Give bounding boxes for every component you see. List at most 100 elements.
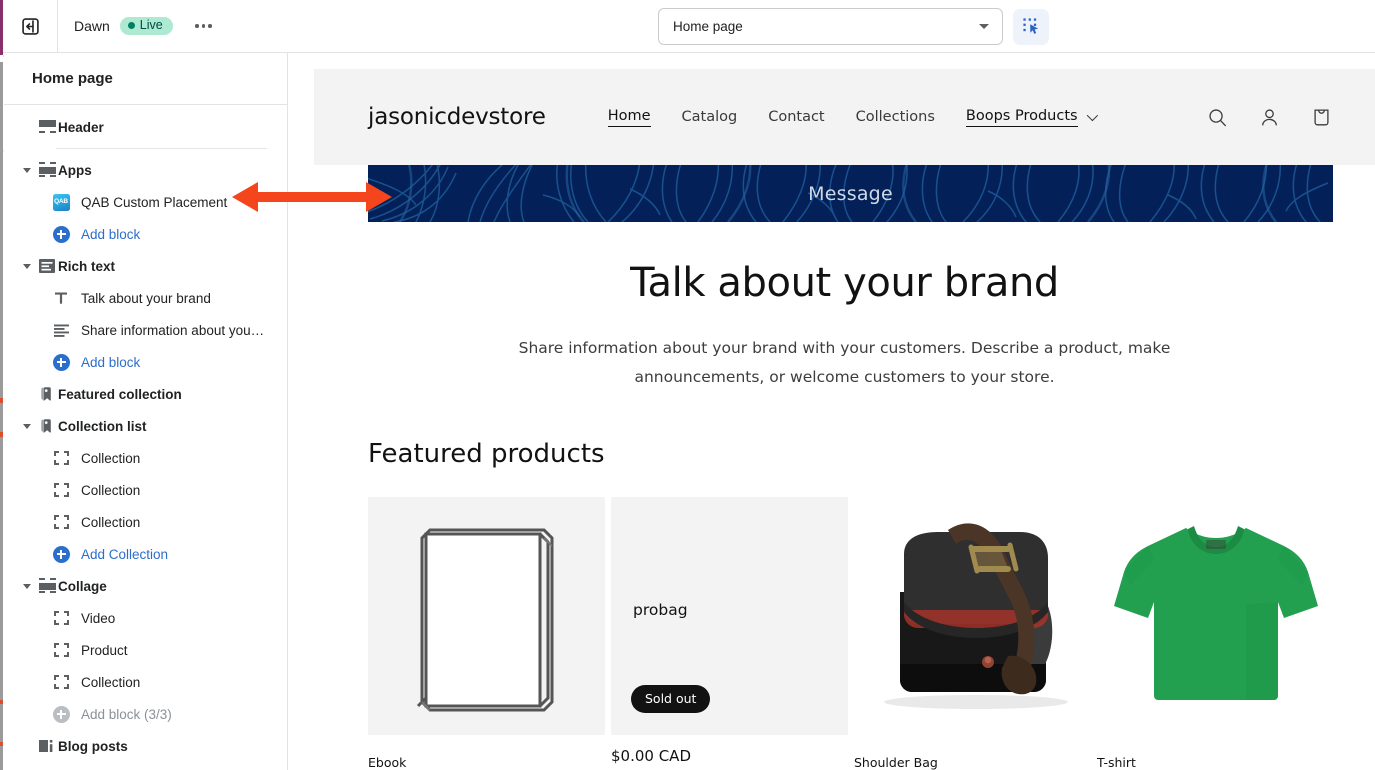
- sidebar-item-label: Collection: [81, 674, 141, 690]
- sidebar-add-block-collage: Add block (3/3): [4, 698, 287, 730]
- sidebar-block-paragraph[interactable]: Share information about you…: [4, 314, 287, 346]
- topbar-left-group: Dawn Live: [58, 12, 219, 40]
- app-banner-message[interactable]: Message: [368, 165, 1333, 222]
- nav-item-catalog[interactable]: Catalog: [682, 109, 738, 125]
- dot-icon: [201, 24, 206, 28]
- disclosure-toggle[interactable]: [18, 423, 36, 429]
- heading-text-icon: [50, 291, 72, 305]
- status-badge-label: Live: [139, 18, 163, 33]
- cart-icon[interactable]: [1311, 106, 1332, 128]
- exit-editor-button[interactable]: [3, 0, 58, 52]
- plus-circle-icon: [50, 353, 72, 371]
- sidebar-block-heading[interactable]: Talk about your brand: [4, 282, 287, 314]
- search-icon[interactable]: [1207, 107, 1228, 128]
- price-tag-icon: [36, 418, 58, 434]
- rich-text-body: Share information about your brand with …: [518, 339, 1171, 386]
- sidebar-block-video[interactable]: Video: [4, 602, 287, 634]
- topbar-center-group: Home page: [658, 8, 1049, 45]
- nav-item-boops-products[interactable]: Boops Products: [965, 108, 1098, 127]
- sidebar-item-label: Collection: [81, 482, 141, 498]
- featured-products-title: Featured products: [368, 439, 605, 470]
- theme-preview-pane: jasonicdevstore Home Catalog Contact Col…: [289, 53, 1375, 770]
- plus-circle-icon: [50, 705, 72, 723]
- sidebar-item-rich-text[interactable]: Rich text: [4, 250, 287, 282]
- sidebar-item-header[interactable]: Header: [4, 111, 287, 143]
- screen-root: Dawn Live Home page Home page Header App…: [0, 0, 1375, 770]
- block-bracket-icon: [50, 483, 72, 497]
- sidebar-item-collection-list[interactable]: Collection list: [4, 410, 287, 442]
- product-card-shoulder-bag[interactable]: Shoulder Bag $29.99 CAD: [854, 497, 1097, 770]
- sidebar-block-collection[interactable]: Collection: [4, 666, 287, 698]
- disclosure-toggle[interactable]: [18, 167, 36, 173]
- featured-products-grid: Ebook $5.00 CAD probag Sold out $0.00 CA…: [368, 497, 1375, 770]
- sidebar-block-product[interactable]: Product: [4, 634, 287, 666]
- page-selector-value: Home page: [673, 19, 743, 34]
- sidebar-block-collection[interactable]: Collection: [4, 474, 287, 506]
- section-header-icon: [36, 120, 58, 134]
- nav-item-collections[interactable]: Collections: [856, 109, 935, 125]
- product-media-label: probag: [633, 601, 688, 620]
- disclosure-toggle[interactable]: [18, 263, 36, 269]
- disclosure-toggle[interactable]: [18, 583, 36, 589]
- sidebar-item-label: Collection: [81, 450, 141, 466]
- more-options-button[interactable]: [189, 12, 219, 40]
- sidebar-add-block-apps[interactable]: Add block: [4, 218, 287, 250]
- product-card-probag[interactable]: probag Sold out $0.00 CAD: [611, 497, 854, 770]
- product-card-tshirt[interactable]: T-shirt $25.00 CAD: [1097, 497, 1340, 770]
- section-tree: Header Apps QAB QAB Custom Placement Add…: [4, 105, 287, 762]
- ebook-placeholder-icon: [416, 528, 553, 712]
- chevron-down-icon: [23, 167, 31, 173]
- exit-arrow-icon: [21, 17, 39, 35]
- product-media: [854, 497, 1091, 735]
- storefront-preview: jasonicdevstore Home Catalog Contact Col…: [314, 69, 1375, 770]
- sidebar-add-block-richtext[interactable]: Add block: [4, 346, 287, 378]
- sidebar-item-label: Collection list: [58, 418, 147, 434]
- sidebar-item-apps[interactable]: Apps: [4, 154, 287, 186]
- status-badge: Live: [119, 16, 173, 36]
- price-tag-icon: [36, 386, 58, 402]
- sidebar-item-label: Header: [58, 119, 104, 135]
- sidebar-block-collection[interactable]: Collection: [4, 442, 287, 474]
- sidebar-item-featured-collection[interactable]: Featured collection: [4, 378, 287, 410]
- tshirt-photo: [1113, 525, 1318, 700]
- theme-name: Dawn: [74, 18, 110, 34]
- section-richtext-icon: [36, 259, 58, 273]
- store-logo[interactable]: jasonicdevstore: [368, 104, 546, 130]
- nav-item-contact[interactable]: Contact: [768, 109, 824, 125]
- sidebar-item-blog-posts[interactable]: Blog posts: [4, 730, 287, 762]
- paragraph-text-icon: [50, 324, 72, 337]
- sidebar-block-collection[interactable]: Collection: [4, 506, 287, 538]
- chevron-down-icon: [1086, 109, 1098, 122]
- sidebar-item-collage[interactable]: Collage: [4, 570, 287, 602]
- sidebar-header: Home page: [4, 53, 287, 105]
- storefront-header-icons: [1207, 106, 1332, 128]
- account-icon[interactable]: [1259, 107, 1280, 128]
- product-name: T-shirt: [1097, 755, 1136, 770]
- sidebar-item-label: Collection: [81, 514, 141, 530]
- rich-text-heading: Talk about your brand: [630, 260, 1059, 306]
- sidebar-add-collection[interactable]: Add Collection: [4, 538, 287, 570]
- inspect-tool-button[interactable]: [1013, 8, 1049, 45]
- nav-item-home[interactable]: Home: [607, 108, 651, 127]
- sidebar-item-label: Apps: [58, 162, 92, 178]
- sidebar-item-qab-custom-placement[interactable]: QAB QAB Custom Placement: [4, 186, 287, 218]
- block-bracket-icon: [50, 515, 72, 529]
- sidebar-item-label: Product: [81, 642, 128, 658]
- section-apps-icon: [36, 162, 58, 177]
- product-price: $0.00 CAD: [611, 747, 691, 766]
- sold-out-badge: Sold out: [631, 685, 711, 714]
- sidebar-item-label: Add block: [81, 226, 141, 242]
- plus-circle-icon: [50, 225, 72, 243]
- blog-posts-icon: [36, 739, 58, 753]
- page-selector-dropdown[interactable]: Home page: [658, 8, 1003, 45]
- storefront-header: jasonicdevstore Home Catalog Contact Col…: [314, 69, 1375, 165]
- dot-icon: [195, 24, 199, 28]
- block-bracket-icon: [50, 611, 72, 625]
- sidebar-item-label: Add Collection: [81, 546, 169, 562]
- storefront-nav: Home Catalog Contact Collections Boops P…: [607, 108, 1098, 127]
- block-bracket-icon: [50, 643, 72, 657]
- nav-item-label: Boops Products: [965, 108, 1078, 127]
- sidebar-item-label: Share information about you…: [81, 322, 265, 338]
- banner-message-text: Message: [808, 182, 893, 205]
- product-card-ebook[interactable]: Ebook $5.00 CAD: [368, 497, 611, 770]
